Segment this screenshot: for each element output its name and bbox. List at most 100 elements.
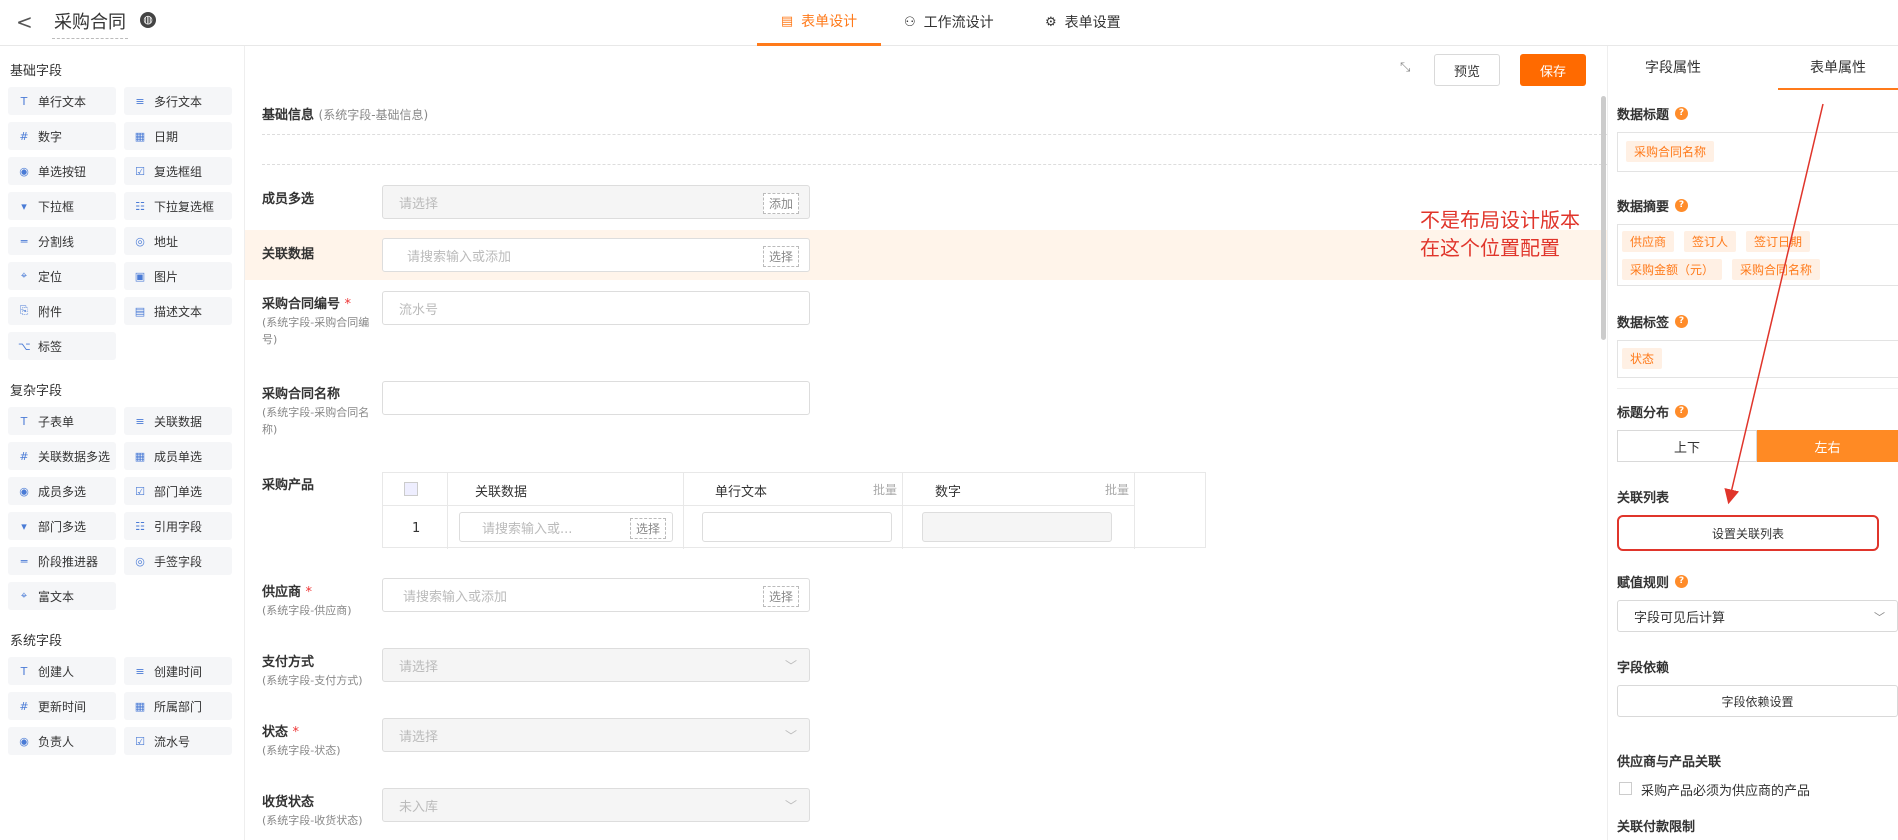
row-text-input[interactable] [702,512,892,542]
palette-field-complex-9[interactable]: ◎ 手签字段 [124,547,232,575]
batch-link[interactable]: 批量 [1105,481,1129,498]
add-member-button[interactable]: 添加 [762,193,799,214]
tab-workflow-design[interactable]: ⚇ 工作流设计 [904,0,994,46]
palette-field-complex-0[interactable]: T 子表单 [8,407,116,435]
palette-field-system-4[interactable]: ◉ 负责人 [8,727,116,755]
palette-field-basic-6[interactable]: ▾ 下拉框 [8,192,116,220]
supplier-product-label: 供应商与产品关联 [1617,751,1721,770]
globe-icon[interactable]: ◍ [140,12,156,28]
row-related-input[interactable]: 请搜索输入或... 选择 [459,512,673,542]
value-rule-value: 字段可见后计算 [1634,610,1726,626]
chip[interactable]: 签订日期 [1746,231,1811,252]
palette-field-basic-8[interactable]: ═ 分割线 [8,227,116,255]
label-text: 采购合同编号 [262,297,341,312]
select-supplier-button[interactable]: 选择 [762,586,799,607]
layout-option-vertical[interactable]: 上下 [1617,430,1757,462]
field-label-contract-name: 采购合同名称 (系统字段-采购合同名称) [262,386,382,438]
back-icon[interactable]: < [16,10,33,34]
collapse-icon[interactable]: ⤡ [1400,60,1410,75]
palette-field-complex-3[interactable]: ▦ 成员单选 [124,442,232,470]
palette-field-complex-7[interactable]: ☷ 引用字段 [124,512,232,540]
supplier-input[interactable]: 请搜索输入或添加 选择 [382,578,810,612]
palette-field-basic-3[interactable]: ▦ 日期 [124,122,232,150]
palette-field-label: 子表单 [38,414,75,429]
tab-field-properties[interactable]: 字段属性 [1613,46,1733,90]
palette-field-basic-10[interactable]: ⌖ 定位 [8,262,116,290]
form-title[interactable]: 采购合同 [52,6,128,39]
contract-no-input[interactable]: 流水号 [382,291,810,325]
palette-field-system-5[interactable]: ☑ 流水号 [124,727,232,755]
palette-field-basic-0[interactable]: T 单行文本 [8,87,116,115]
help-icon[interactable]: ? [1675,575,1689,588]
palette-field-system-3[interactable]: ▦ 所属部门 [124,692,232,720]
palette-field-system-2[interactable]: # 更新时间 [8,692,116,720]
tab-form-settings[interactable]: ⚙ 表单设置 [1045,0,1121,46]
palette-field-complex-2[interactable]: # 关联数据多选 [8,442,116,470]
palette-field-basic-5[interactable]: ☑ 复选框组 [124,157,232,185]
members-input[interactable]: 请选择 添加 [382,185,810,219]
palette-field-basic-1[interactable]: ≡ 多行文本 [124,87,232,115]
palette-field-basic-12[interactable]: ⎘ 附件 [8,297,116,325]
data-summary-box[interactable]: 供应商 签订人 签订日期 采购金额（元） 采购合同名称 [1617,224,1898,286]
value-rule-select[interactable]: 字段可见后计算 ﹀ [1617,600,1898,632]
label-text: 关联列表 [1617,491,1670,506]
label-text: 数据标题 [1617,108,1670,123]
data-tags-box[interactable]: 状态 [1617,340,1898,378]
chip[interactable]: 签订人 [1684,231,1737,252]
dependency-settings-button[interactable]: 字段依赖设置 [1617,685,1898,717]
palette-field-basic-13[interactable]: ▤ 描述文本 [124,297,232,325]
members-placeholder: 请选择 [399,196,439,212]
tab-form-design[interactable]: ▤ 表单设计 [757,0,881,46]
palette-field-basic-7[interactable]: ☷ 下拉复选框 [124,192,232,220]
help-icon[interactable]: ? [1675,107,1689,120]
save-button[interactable]: 保存 [1520,54,1586,86]
contract-name-input[interactable] [382,381,810,415]
palette-field-complex-4[interactable]: ◉ 成员多选 [8,477,116,505]
preview-button[interactable]: 预览 [1434,54,1500,86]
select-all-checkbox[interactable] [404,482,418,496]
palette-field-basic-2[interactable]: # 数字 [8,122,116,150]
column-header: 数字 [935,485,962,500]
palette-field-complex-8[interactable]: ═ 阶段推进器 [8,547,116,575]
palette-field-system-1[interactable]: ≡ 创建时间 [124,657,232,685]
canvas-scrollbar[interactable] [1601,96,1606,340]
row-number-input[interactable] [922,512,1112,542]
palette-field-basic-4[interactable]: ◉ 单选按钮 [8,157,116,185]
select-related-button[interactable]: 选择 [762,246,799,267]
chip[interactable]: 采购合同名称 [1732,259,1821,280]
chip[interactable]: 供应商 [1622,231,1675,252]
label-text: 字段依赖 [1617,661,1670,676]
section-title-text: 基础信息 [262,108,315,123]
layout-option-horizontal[interactable]: 左右 [1757,430,1898,462]
palette-field-basic-9[interactable]: ◎ 地址 [124,227,232,255]
related-data-input[interactable]: 请搜索输入或添加 选择 [382,238,810,272]
help-icon[interactable]: ? [1675,199,1689,212]
help-icon[interactable]: ? [1675,405,1689,418]
chip[interactable]: 状态 [1622,348,1663,369]
palette-field-basic-11[interactable]: ▣ 图片 [124,262,232,290]
chip[interactable]: 采购金额（元） [1622,259,1723,280]
row-select-button[interactable]: 选择 [629,518,666,539]
tab-form-properties[interactable]: 表单属性 [1778,46,1898,90]
status-select[interactable]: 请选择 ﹀ [382,718,810,752]
data-title-box[interactable]: 采购合同名称 [1617,132,1898,172]
help-icon[interactable]: ? [1675,315,1689,328]
palette-field-complex-6[interactable]: ▾ 部门多选 [8,512,116,540]
product-subform: 关联数据 单行文本 批量 数字 批量 1 请搜索输入或... 选择 [382,472,1206,549]
palette-field-complex-5[interactable]: ☑ 部门单选 [124,477,232,505]
workflow-icon: ⚇ [904,15,916,30]
palette-field-label: 手签字段 [154,554,203,569]
palette-field-system-0[interactable]: T 创建人 [8,657,116,685]
chip[interactable]: 采购合同名称 [1626,141,1715,162]
palette-field-complex-1[interactable]: ≡ 关联数据 [124,407,232,435]
receipt-select[interactable]: 未入库 ﹀ [382,788,810,822]
set-related-list-button[interactable]: 设置关联列表 [1617,515,1879,551]
palette-field-basic-14[interactable]: ⌥ 标签 [8,332,116,360]
palette-field-label: 负责人 [38,734,75,749]
supplier-product-checkbox[interactable] [1619,782,1632,795]
palette-field-label: 富文本 [38,589,75,604]
payment-select[interactable]: 请选择 ﹀ [382,648,810,682]
batch-link[interactable]: 批量 [873,481,897,498]
palette-field-complex-10[interactable]: ⌖ 富文本 [8,582,116,610]
field-label-status: 状态 * (系统字段-状态) [262,724,382,759]
